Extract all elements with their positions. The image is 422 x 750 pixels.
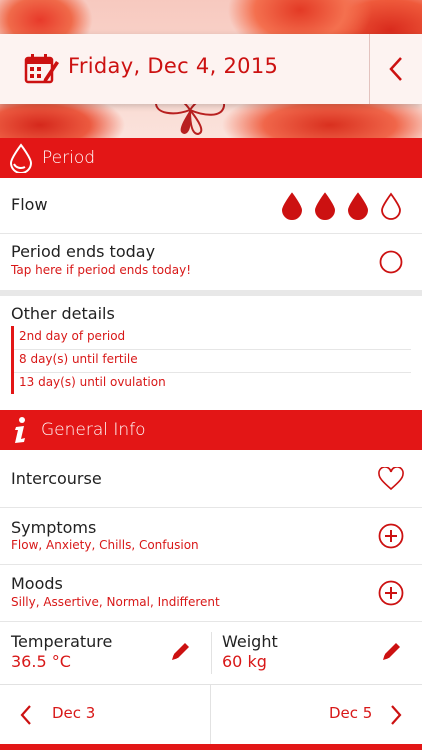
flow-level-2-drop-icon[interactable]	[314, 192, 336, 220]
temp-weight-divider	[211, 632, 212, 674]
symptoms-label: Symptoms	[11, 518, 97, 537]
flow-label: Flow	[11, 195, 48, 214]
drop-icon	[9, 143, 33, 173]
general-info-title: General Info	[41, 420, 146, 440]
period-section-title: Period	[42, 148, 96, 168]
calendar-edit-icon[interactable]	[24, 52, 60, 86]
current-date: Friday, Dec 4, 2015	[68, 54, 279, 78]
moods-row[interactable]: Moods Silly, Assertive, Normal, Indiffer…	[0, 565, 422, 622]
temperature-weight-row: Temperature 36.5 °C Weight 60 kg	[0, 622, 422, 684]
info-icon	[15, 417, 25, 443]
day-navigation-footer: Dec 3 Dec 5	[0, 684, 422, 745]
period-ends-checkbox-icon[interactable]	[379, 250, 403, 274]
details-accent-bar	[11, 326, 14, 394]
intercourse-row[interactable]: Intercourse	[0, 450, 422, 508]
detail-line-2: 8 day(s) until fertile	[19, 352, 138, 366]
detail-divider	[14, 349, 411, 350]
bottom-accent-strip	[0, 744, 422, 750]
date-card: Friday, Dec 4, 2015	[0, 34, 422, 104]
other-details-title: Other details	[11, 304, 115, 323]
next-day-button[interactable]: Dec 5	[211, 685, 422, 745]
temperature-value: 36.5 °C	[11, 652, 71, 671]
chevron-left-icon	[20, 705, 31, 725]
symptoms-value: Flow, Anxiety, Chills, Confusion	[11, 538, 199, 552]
weight-label: Weight	[222, 632, 278, 651]
detail-divider	[14, 372, 411, 373]
edit-temperature-pencil-icon[interactable]	[170, 640, 192, 662]
moods-label: Moods	[11, 574, 63, 593]
period-section-header: Period	[0, 138, 422, 178]
period-ends-label: Period ends today	[11, 242, 156, 261]
edit-weight-pencil-icon[interactable]	[381, 640, 403, 662]
add-mood-plus-circle-icon[interactable]	[378, 580, 404, 606]
flow-row: Flow	[0, 178, 422, 234]
flow-level-1-drop-icon[interactable]	[281, 192, 303, 220]
temperature-label: Temperature	[11, 632, 113, 651]
intercourse-label: Intercourse	[11, 469, 102, 488]
previous-day-label: Dec 3	[52, 704, 96, 722]
moods-value: Silly, Assertive, Normal, Indifferent	[11, 595, 220, 609]
next-day-label: Dec 5	[329, 704, 373, 722]
flow-level-4-drop-icon[interactable]	[380, 192, 402, 220]
flow-level-3-drop-icon[interactable]	[347, 192, 369, 220]
add-symptom-plus-circle-icon[interactable]	[378, 523, 404, 549]
general-info-section-header: General Info	[0, 410, 422, 450]
detail-line-1: 2nd day of period	[19, 329, 126, 343]
heart-icon[interactable]	[377, 467, 405, 491]
period-ends-hint: Tap here if period ends today!	[11, 263, 191, 277]
symptoms-row[interactable]: Symptoms Flow, Anxiety, Chills, Confusio…	[0, 508, 422, 565]
chevron-left-icon	[389, 57, 402, 81]
chevron-right-icon	[391, 705, 402, 725]
detail-line-3: 13 day(s) until ovulation	[19, 375, 166, 389]
back-button[interactable]	[370, 34, 422, 104]
weight-value: 60 kg	[222, 652, 267, 671]
period-ends-row[interactable]: Period ends today Tap here if period end…	[0, 234, 422, 290]
previous-day-button[interactable]: Dec 3	[0, 685, 210, 745]
